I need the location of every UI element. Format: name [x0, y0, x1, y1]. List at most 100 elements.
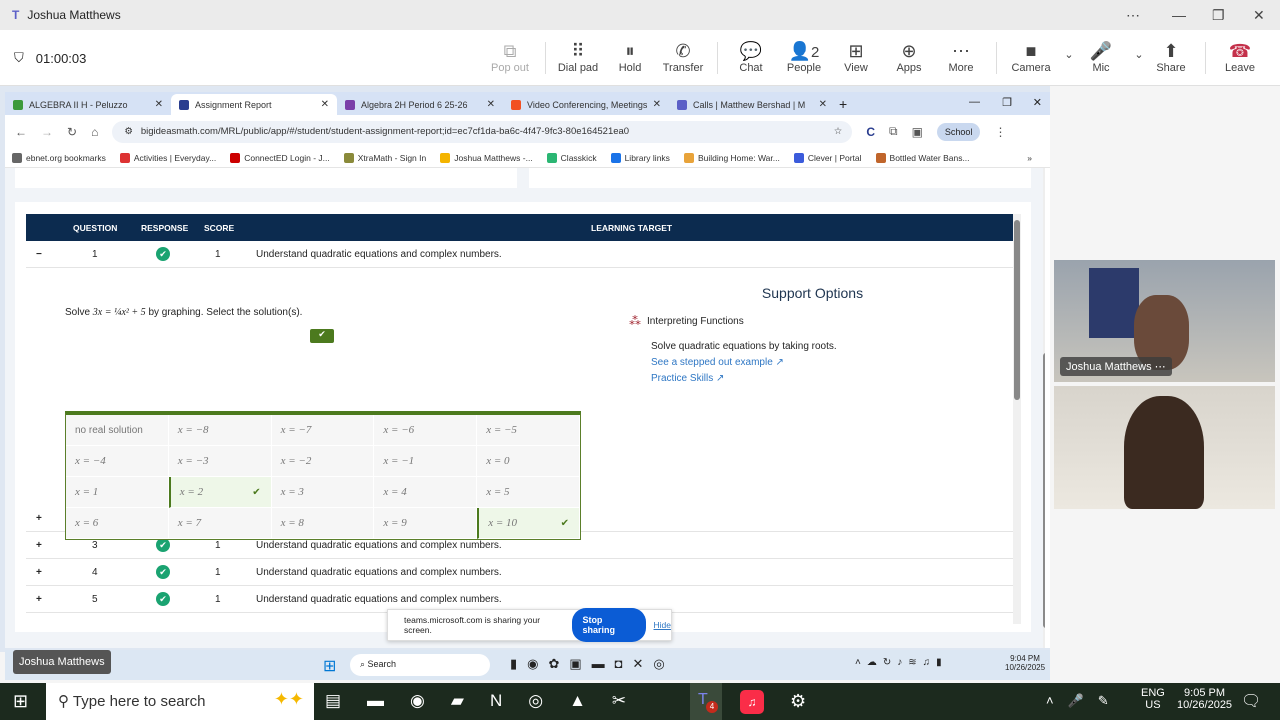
table-row[interactable]: − 1 ✔ 1 Understand quadratic equations and c… [26, 241, 1013, 268]
table-row[interactable]: +4 ✔ 1 Understand quadratic equations and c… [26, 559, 1013, 586]
close-tab-icon[interactable]: ✕ [321, 99, 329, 110]
leave-button[interactable]: ☎ Leave [1212, 40, 1268, 74]
maximize-button[interactable]: ❐ [1212, 0, 1225, 30]
close-tab-icon[interactable]: ✕ [653, 99, 661, 110]
expand-toggle[interactable]: + [36, 567, 42, 578]
bookmark-item[interactable]: Bottled Water Bans... [875, 152, 970, 163]
bookmark-item[interactable]: Classkick [546, 152, 597, 163]
hold-button[interactable]: ⏸ Hold [602, 40, 658, 74]
reload-icon[interactable]: ↻ [67, 125, 77, 139]
stop-sharing-button[interactable]: Stop sharing [572, 608, 646, 642]
forward-icon[interactable]: → [41, 125, 53, 139]
home-icon[interactable]: ⌂ [91, 125, 98, 139]
maximize-button[interactable]: ❐ [1002, 96, 1012, 109]
answer-option[interactable]: x = 9 [374, 508, 478, 539]
extension-icon[interactable]: C [866, 125, 875, 139]
transfer-button[interactable]: ✆ Transfer [655, 40, 711, 74]
answer-option[interactable]: x = −7 [271, 415, 375, 446]
chevron-down-icon[interactable]: ⌄ [1062, 48, 1076, 61]
more-icon[interactable]: ⋯ [1155, 361, 1166, 373]
bookmark-item[interactable]: Activities | Everyday... [119, 152, 216, 163]
answer-option[interactable]: x = 3 [271, 477, 375, 508]
answer-option[interactable]: x = −2 [271, 446, 375, 477]
expand-toggle[interactable]: + [36, 540, 42, 551]
self-video[interactable] [1054, 386, 1275, 509]
browser-tab[interactable]: Algebra 2H Period 6 25-26 ✕ [337, 94, 503, 115]
bookmark-item[interactable]: Library links [610, 152, 670, 163]
close-tab-icon[interactable]: ✕ [155, 99, 163, 110]
answer-option[interactable]: x = 10 ✔ [477, 508, 580, 539]
answer-option[interactable]: x = 2 ✔ [168, 477, 272, 508]
menu-icon[interactable]: ⋮ [994, 125, 1006, 139]
close-tab-icon[interactable]: ✕ [487, 99, 495, 110]
view-button[interactable]: ⊞ View [828, 40, 884, 74]
close-button[interactable]: ✕ [1033, 96, 1042, 109]
back-icon[interactable]: ← [15, 125, 27, 139]
share-button[interactable]: ⬆ Share [1143, 40, 1199, 74]
tab-search-icon[interactable]: ▣ [912, 125, 923, 139]
stepped-example-link[interactable]: See a stepped out example ↗ [651, 357, 784, 368]
remote-taskbar-apps[interactable]: ▮◉✿▣▬◘✕◎ [510, 656, 675, 672]
answer-option[interactable]: x = −8 [168, 415, 272, 446]
page-scrollbar[interactable] [1043, 168, 1045, 648]
answer-option[interactable]: x = 6 [66, 508, 169, 539]
mic-button[interactable]: 🎤 Mic [1073, 40, 1129, 74]
profile-button[interactable]: School [936, 122, 981, 141]
chevron-down-icon[interactable]: ⌄ [1132, 48, 1146, 61]
answer-option[interactable]: x = −3 [168, 446, 272, 477]
music-app-icon[interactable]: ♫ [740, 690, 764, 714]
extensions-icon[interactable]: ⧉ [889, 124, 898, 139]
settings-icon[interactable]: ⚙ [790, 691, 806, 712]
bookmark-star-icon[interactable]: ☆ [834, 126, 843, 137]
more-button[interactable]: ⋯ More [933, 40, 989, 74]
dial-pad-button[interactable]: ⠿ Dial pad [550, 40, 606, 74]
new-tab-button[interactable]: + [839, 96, 847, 112]
answer-option[interactable]: no real solution [66, 415, 169, 446]
browser-tab[interactable]: Assignment Report ✕ [171, 94, 337, 115]
taskbar-apps[interactable]: ▤▬◉▰N◎▲✂ [325, 691, 652, 711]
remote-search-box[interactable]: ⌕ Search [350, 654, 490, 676]
close-tab-icon[interactable]: ✕ [819, 99, 827, 110]
expand-toggle[interactable]: + [36, 513, 42, 524]
site-info-icon[interactable]: ⚙ [124, 126, 133, 137]
answer-option[interactable]: x = −4 [66, 446, 169, 477]
more-icon[interactable]: ⋯ [1126, 0, 1140, 30]
answer-option[interactable]: x = −6 [374, 415, 478, 446]
minimize-button[interactable]: — [1172, 0, 1186, 30]
minimize-button[interactable]: — [969, 96, 980, 108]
bookmark-item[interactable]: ebnet.org bookmarks [12, 152, 106, 163]
apps-button[interactable]: ⊕ Apps [881, 40, 937, 74]
inner-scrollbar[interactable] [1013, 214, 1021, 624]
browser-tab[interactable]: ALGEBRA II H - Peluzzo ✕ [5, 94, 171, 115]
practice-skills-link[interactable]: Practice Skills ↗ [651, 373, 724, 384]
expand-toggle[interactable]: + [36, 594, 42, 605]
bookmark-item[interactable]: Building Home: War... [683, 152, 780, 163]
chat-button[interactable]: 💬 Chat [723, 40, 779, 74]
people-button[interactable]: 👤2 People [776, 40, 832, 74]
answer-option[interactable]: x = 1 [66, 477, 169, 508]
url-input[interactable]: ⚙ bigideasmath.com/MRL/public/app/#/stude… [112, 120, 853, 143]
hide-button[interactable]: Hide [654, 620, 671, 630]
more-bookmarks-icon[interactable]: » [1027, 153, 1032, 163]
participant-video[interactable]: Joshua Matthews ⋯ [1054, 260, 1275, 382]
answer-option[interactable]: x = 8 [271, 508, 375, 539]
browser-tab[interactable]: Calls | Matthew Bershad | M ✕ [669, 94, 835, 115]
close-button[interactable]: ✕ [1253, 0, 1265, 30]
answer-option[interactable]: x = 0 [477, 446, 580, 477]
clock[interactable]: 9:05 PM 10/26/2025 [1177, 687, 1232, 711]
answer-option[interactable]: x = −1 [374, 446, 478, 477]
bookmark-item[interactable]: Clever | Portal [793, 152, 862, 163]
bookmark-item[interactable]: XtraMath - Sign In [343, 152, 426, 163]
pop-out-button[interactable]: ⧉ Pop out [482, 40, 538, 74]
answer-option[interactable]: x = −5 [477, 415, 580, 446]
bookmark-item[interactable]: Joshua Matthews -... [440, 152, 533, 163]
input-language[interactable]: ENG US [1141, 687, 1165, 711]
camera-button[interactable]: ■ Camera [1003, 40, 1059, 74]
answer-option[interactable]: x = 5 [477, 477, 580, 508]
answer-option[interactable]: x = 4 [374, 477, 478, 508]
answer-option[interactable]: x = 7 [168, 508, 272, 539]
browser-tab[interactable]: Video Conferencing, Meetings ✕ [503, 94, 669, 115]
windows-start-icon[interactable]: ⊞ [13, 691, 28, 712]
notifications-icon[interactable]: 🗨 [1241, 691, 1261, 711]
windows-start-icon[interactable]: ⊞ [323, 656, 336, 676]
